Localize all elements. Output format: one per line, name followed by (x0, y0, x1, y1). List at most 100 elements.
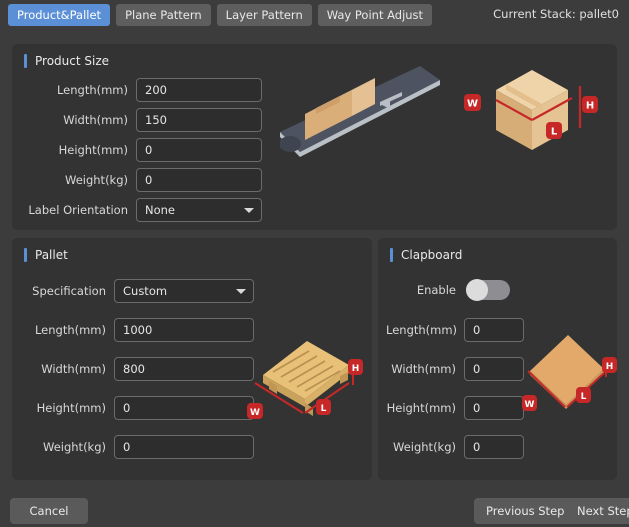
tab-label: Layer Pattern (225, 8, 303, 22)
clapboard-enable-row: Enable (386, 279, 510, 301)
clapboard-weight-row: Weight(kg) 0 (386, 435, 524, 459)
product-box-illustration: W H L (464, 70, 598, 150)
product-size-title: Product Size (24, 54, 109, 68)
product-height-input[interactable]: 0 (136, 138, 262, 162)
product-width-input[interactable]: 150 (136, 108, 262, 132)
cancel-button[interactable]: Cancel (10, 498, 88, 524)
marker-l-text: L (581, 392, 587, 402)
pallet-illustration: W H L (247, 341, 363, 419)
previous-step-button[interactable]: Previous Step (474, 498, 577, 524)
input-value: 0 (473, 362, 481, 376)
clapboard-length-row: Length(mm) 0 (386, 318, 524, 342)
panel-title-text: Product Size (35, 54, 110, 68)
accent-bar-icon (24, 54, 27, 68)
pallet-width-input[interactable]: 800 (114, 357, 254, 381)
product-size-panel: Product Size Length(mm) 200 Width(mm) 15… (12, 44, 617, 230)
input-value: 0 (145, 173, 153, 187)
pallet-specification-select[interactable]: Custom (114, 279, 254, 303)
pallet-height-label: Height(mm) (36, 401, 106, 415)
marker-w-text: W (467, 99, 478, 110)
pallet-panel: Pallet Specification Custom Length(mm) 1… (12, 238, 372, 480)
clapboard-height-label: Height(mm) (386, 401, 456, 415)
input-value: 150 (145, 113, 167, 127)
product-length-row: Length(mm) 200 (24, 78, 262, 102)
product-width-label: Width(mm) (63, 113, 128, 127)
input-value: 0 (123, 401, 131, 415)
tab-plane-pattern[interactable]: Plane Pattern (116, 4, 211, 26)
tab-bar: Product&Pallet Plane Pattern Layer Patte… (0, 0, 629, 30)
product-length-label: Length(mm) (56, 83, 128, 97)
clapboard-height-input[interactable]: 0 (464, 396, 524, 420)
product-weight-input[interactable]: 0 (136, 168, 262, 192)
pallet-specification-label: Specification (32, 284, 106, 298)
select-value: None (145, 203, 176, 217)
pallet-length-label: Length(mm) (34, 323, 106, 337)
input-value: 0 (473, 323, 481, 337)
tab-label: Plane Pattern (125, 8, 202, 22)
pallet-height-row: Height(mm) 0 (22, 396, 254, 420)
button-label: Previous Step (486, 504, 565, 518)
label-orientation-select[interactable]: None (136, 198, 262, 222)
product-weight-label: Weight(kg) (65, 173, 128, 187)
input-value: 0 (123, 440, 131, 454)
marker-w-text: W (250, 408, 260, 418)
clapboard-weight-label: Weight(kg) (393, 440, 456, 454)
clapboard-enable-toggle[interactable] (466, 279, 510, 301)
product-height-label: Height(mm) (58, 143, 128, 157)
marker-h-text: H (586, 101, 594, 112)
clapboard-illustration: W H L (522, 335, 617, 411)
input-value: 200 (145, 83, 167, 97)
clapboard-width-label: Width(mm) (391, 362, 456, 376)
tab-way-point-adjust[interactable]: Way Point Adjust (317, 4, 433, 26)
toggle-knob (466, 279, 488, 301)
pallet-specification-row: Specification Custom (22, 279, 254, 303)
input-value: 800 (123, 362, 145, 376)
label-orientation-row: Label Orientation None (24, 198, 262, 222)
clapboard-width-row: Width(mm) 0 (386, 357, 524, 381)
tab-product-pallet[interactable]: Product&Pallet (8, 4, 111, 26)
product-height-row: Height(mm) 0 (24, 138, 262, 162)
pallet-weight-label: Weight(kg) (43, 440, 106, 454)
chevron-down-icon (236, 288, 246, 294)
marker-h-text: H (352, 364, 360, 374)
label-orientation-label: Label Orientation (28, 203, 128, 217)
product-width-row: Width(mm) 150 (24, 108, 262, 132)
marker-h-text: H (606, 362, 614, 372)
clapboard-enable-label: Enable (416, 283, 456, 297)
input-value: 1000 (123, 323, 153, 337)
accent-bar-icon (24, 248, 27, 262)
marker-l-text: L (321, 404, 327, 414)
clapboard-length-input[interactable]: 0 (464, 318, 524, 342)
select-value: Custom (123, 284, 168, 298)
pallet-length-input[interactable]: 1000 (114, 318, 254, 342)
input-value: 0 (145, 143, 153, 157)
marker-w-text: W (525, 400, 535, 410)
pallet-weight-row: Weight(kg) 0 (22, 435, 254, 459)
clapboard-width-input[interactable]: 0 (464, 357, 524, 381)
accent-bar-icon (390, 248, 393, 262)
panel-title-text: Clapboard (401, 248, 463, 262)
pallet-title: Pallet (24, 248, 68, 262)
input-value: 0 (473, 401, 481, 415)
product-weight-row: Weight(kg) 0 (24, 168, 262, 192)
chevron-down-icon (244, 207, 254, 213)
product-length-input[interactable]: 200 (136, 78, 262, 102)
clapboard-weight-input[interactable]: 0 (464, 435, 524, 459)
next-step-button[interactable]: Next Step (565, 498, 629, 524)
tab-layer-pattern[interactable]: Layer Pattern (216, 4, 312, 26)
input-value: 0 (473, 440, 481, 454)
clapboard-panel: Clapboard Enable Length(mm) 0 Width(mm) … (378, 238, 617, 480)
button-label: Next Step (577, 504, 629, 518)
pallet-width-label: Width(mm) (41, 362, 106, 376)
panel-title-text: Pallet (35, 248, 68, 262)
clapboard-title: Clapboard (390, 248, 462, 262)
pallet-height-input[interactable]: 0 (114, 396, 254, 420)
clapboard-length-label: Length(mm) (386, 323, 458, 337)
pallet-weight-input[interactable]: 0 (114, 435, 254, 459)
conveyor-belt-illustration (280, 66, 440, 157)
pallet-length-row: Length(mm) 1000 (22, 318, 254, 342)
marker-l-text: L (551, 127, 558, 138)
button-label: Cancel (29, 504, 69, 518)
tab-label: Product&Pallet (17, 8, 102, 22)
tab-label: Way Point Adjust (326, 8, 424, 22)
